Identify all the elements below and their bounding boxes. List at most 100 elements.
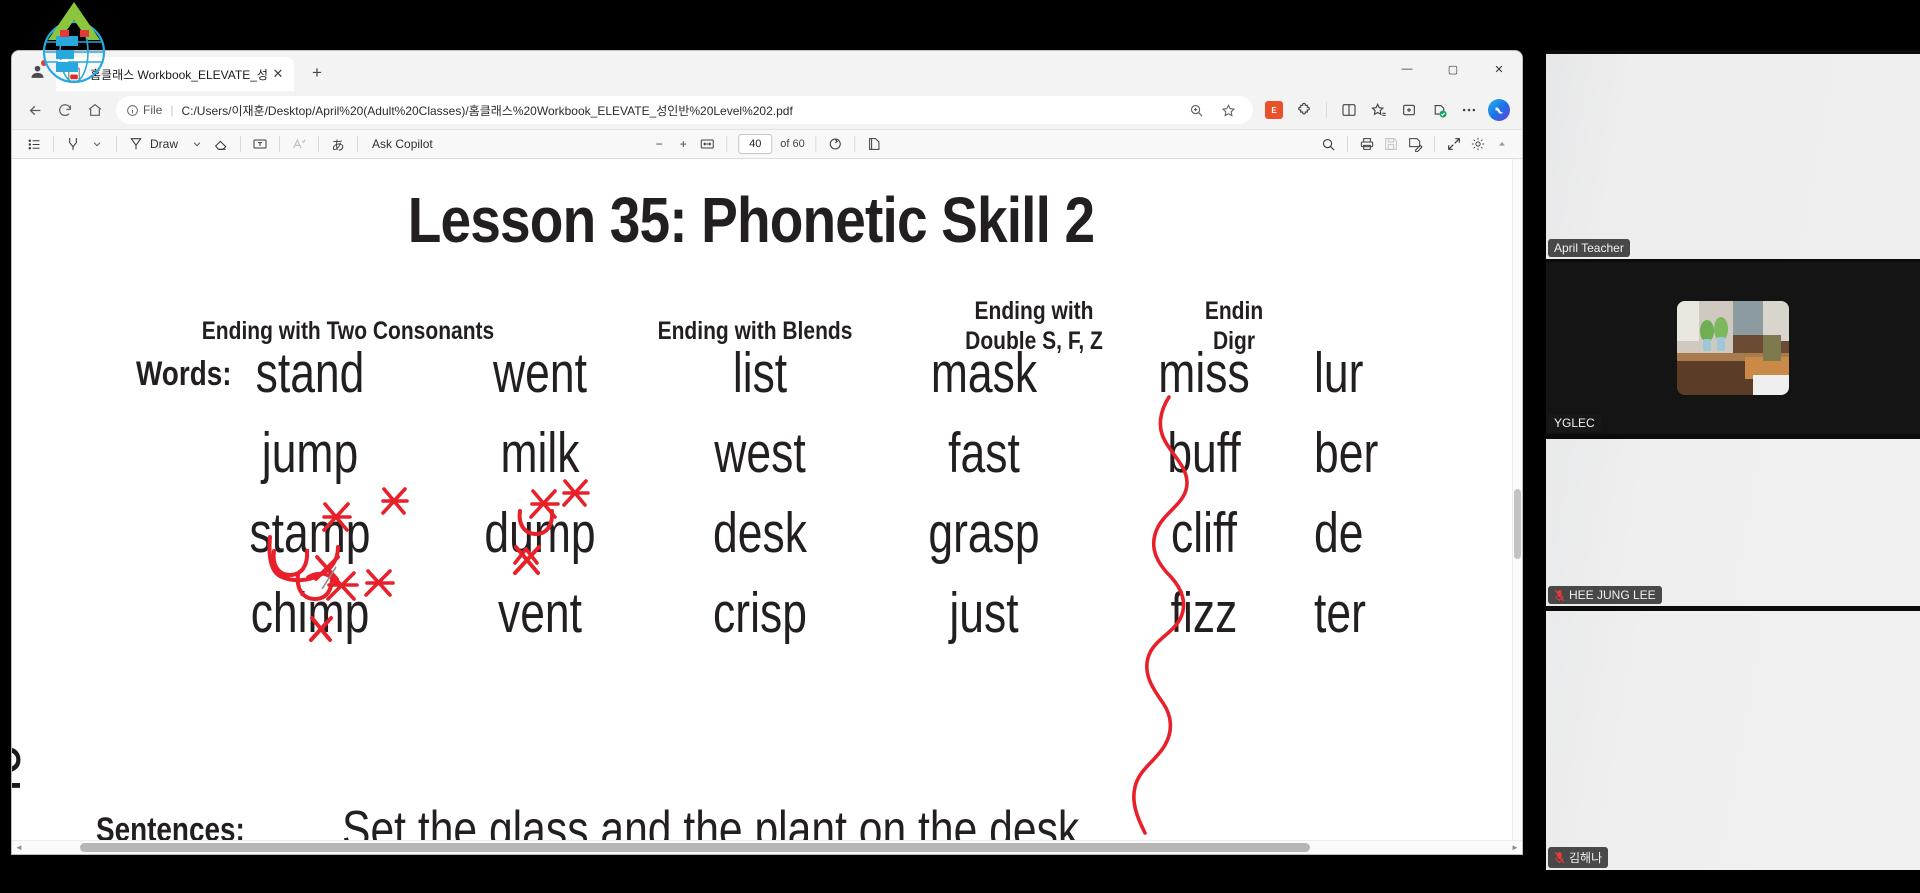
toolbar-divider-4	[279, 136, 281, 152]
settings-button[interactable]	[1466, 132, 1490, 156]
info-icon	[126, 104, 139, 117]
word-cell: dump	[484, 501, 596, 565]
participant-thumbnail	[1677, 301, 1789, 395]
favorites-star-icon	[1371, 103, 1386, 116]
rotate-icon	[830, 138, 842, 150]
participant-name-tag: 김해나	[1548, 847, 1609, 868]
fit-screen-button[interactable]	[1442, 132, 1466, 156]
word-cell: mask	[930, 341, 1038, 405]
more-options-icon	[1462, 108, 1476, 112]
participant-panel: April Teacher YGLEC HEE JUNG LEE 김해나	[1546, 50, 1920, 870]
ask-copilot-button[interactable]: Ask Copilot	[365, 132, 440, 156]
page-navigation: − + 40 of 60	[647, 132, 886, 156]
scroll-left-arrow[interactable]: ◄	[12, 843, 26, 852]
horizontal-scroll-thumb[interactable]	[80, 843, 1310, 852]
read-aloud-icon	[293, 138, 306, 149]
table-of-contents-button[interactable]	[22, 132, 46, 156]
participant-tile[interactable]: HEE JUNG LEE	[1546, 439, 1920, 606]
participant-video	[1546, 54, 1920, 259]
translate-button[interactable]: あ	[326, 132, 350, 156]
omnibox-actions	[1181, 96, 1243, 124]
chevron-up-icon	[1499, 141, 1505, 146]
participant-tile[interactable]: YGLEC	[1546, 262, 1920, 434]
word-cell: milk	[500, 421, 580, 485]
vertical-scroll-thumb[interactable]	[1514, 489, 1521, 559]
favorite-star-icon[interactable]	[1213, 96, 1243, 124]
extensions-status-button[interactable]	[1424, 95, 1454, 125]
participant-name: YGLEC	[1554, 416, 1595, 430]
address-bar[interactable]: File | C:/Users/이재훈/Desktop/April%20(Adu…	[116, 96, 1253, 124]
favorites-button[interactable]	[1364, 95, 1394, 125]
collapse-toolbar-button[interactable]	[1490, 132, 1514, 156]
browser-window: 홈클래스 Workbook_ELEVATE_성 ✕ + — ▢ ✕ File |…	[12, 51, 1522, 854]
participant-video	[1546, 611, 1920, 870]
tab-title: 홈클래스 Workbook_ELEVATE_성	[90, 67, 268, 82]
split-screen-button[interactable]	[1334, 95, 1364, 125]
more-options-button[interactable]	[1454, 95, 1484, 125]
read-aloud-button[interactable]	[287, 132, 311, 156]
list-icon	[28, 139, 39, 149]
pen-icon	[130, 138, 142, 150]
copilot-icon	[1488, 99, 1510, 121]
minimize-button[interactable]: —	[1384, 51, 1430, 87]
participant-name: 김해나	[1569, 851, 1603, 865]
word-cell: stand	[255, 341, 365, 405]
copilot-button[interactable]	[1484, 95, 1514, 125]
search-icon	[1322, 138, 1335, 151]
home-button[interactable]	[80, 95, 110, 125]
toolbar-divider-1	[53, 136, 54, 152]
tab-close-button[interactable]: ✕	[268, 64, 288, 84]
participant-name: HEE JUNG LEE	[1569, 588, 1656, 602]
fit-to-width-button[interactable]	[695, 132, 719, 156]
horizontal-scrollbar[interactable]: ◄ ►	[12, 840, 1522, 854]
add-text-button[interactable]	[248, 132, 272, 156]
new-tab-button[interactable]: +	[302, 58, 332, 88]
highlighter-icon	[69, 138, 77, 150]
collections-button[interactable]	[1394, 95, 1424, 125]
close-window-button[interactable]: ✕	[1476, 51, 1522, 87]
maximize-button[interactable]: ▢	[1430, 51, 1476, 87]
zoom-icon[interactable]	[1181, 96, 1211, 124]
participant-name-tag: April Teacher	[1548, 239, 1630, 257]
vertical-scrollbar[interactable]	[1512, 159, 1522, 854]
save-as-button[interactable]	[1403, 132, 1427, 156]
word-cell: cliff	[1171, 501, 1237, 565]
collections-icon	[1403, 104, 1415, 116]
pdf-viewport[interactable]: Lesson 35: Phonetic Skill 2 Words: Endin…	[12, 159, 1522, 854]
rotate-button[interactable]	[824, 132, 848, 156]
refresh-button[interactable]	[50, 95, 80, 125]
draw-button[interactable]: Draw	[124, 132, 185, 156]
word-cell: fizz	[1170, 581, 1238, 645]
zoom-in-button[interactable]: +	[671, 132, 695, 156]
word-cell: just	[949, 581, 1019, 645]
word-cell: miss	[1158, 341, 1250, 405]
page-view-button[interactable]	[863, 132, 887, 156]
draw-dropdown[interactable]	[185, 132, 209, 156]
eraser-icon	[214, 140, 227, 150]
print-button[interactable]	[1355, 132, 1379, 156]
search-button[interactable]	[1316, 132, 1340, 156]
translate-icon: あ	[331, 137, 345, 153]
word-cell: de	[1314, 501, 1364, 565]
expand-icon	[1448, 138, 1460, 150]
extension-button[interactable]: E	[1259, 95, 1289, 125]
participant-tile[interactable]: April Teacher	[1546, 54, 1920, 259]
pdf-toolbar-right	[1316, 132, 1514, 156]
highlighter-dropdown[interactable]	[85, 132, 109, 156]
toolbar-divider-5	[318, 136, 320, 152]
participant-tile[interactable]: 김해나	[1546, 611, 1920, 870]
highlighter-button[interactable]	[61, 132, 85, 156]
erase-button[interactable]	[209, 132, 233, 156]
current-page-input[interactable]: 40	[738, 134, 773, 154]
back-button[interactable]	[20, 95, 50, 125]
scroll-right-arrow[interactable]: ►	[1508, 843, 1522, 852]
navbar-divider	[1326, 102, 1327, 118]
toolbar-divider-2	[116, 136, 117, 152]
save-button[interactable]	[1379, 132, 1403, 156]
zoom-out-button[interactable]: −	[647, 132, 671, 156]
browser-essentials-button[interactable]	[1289, 95, 1319, 125]
word-cell: ter	[1314, 581, 1366, 645]
muted-mic-icon	[1554, 589, 1565, 601]
page-number: 40	[12, 743, 33, 808]
word-cell: grasp	[928, 501, 1040, 565]
